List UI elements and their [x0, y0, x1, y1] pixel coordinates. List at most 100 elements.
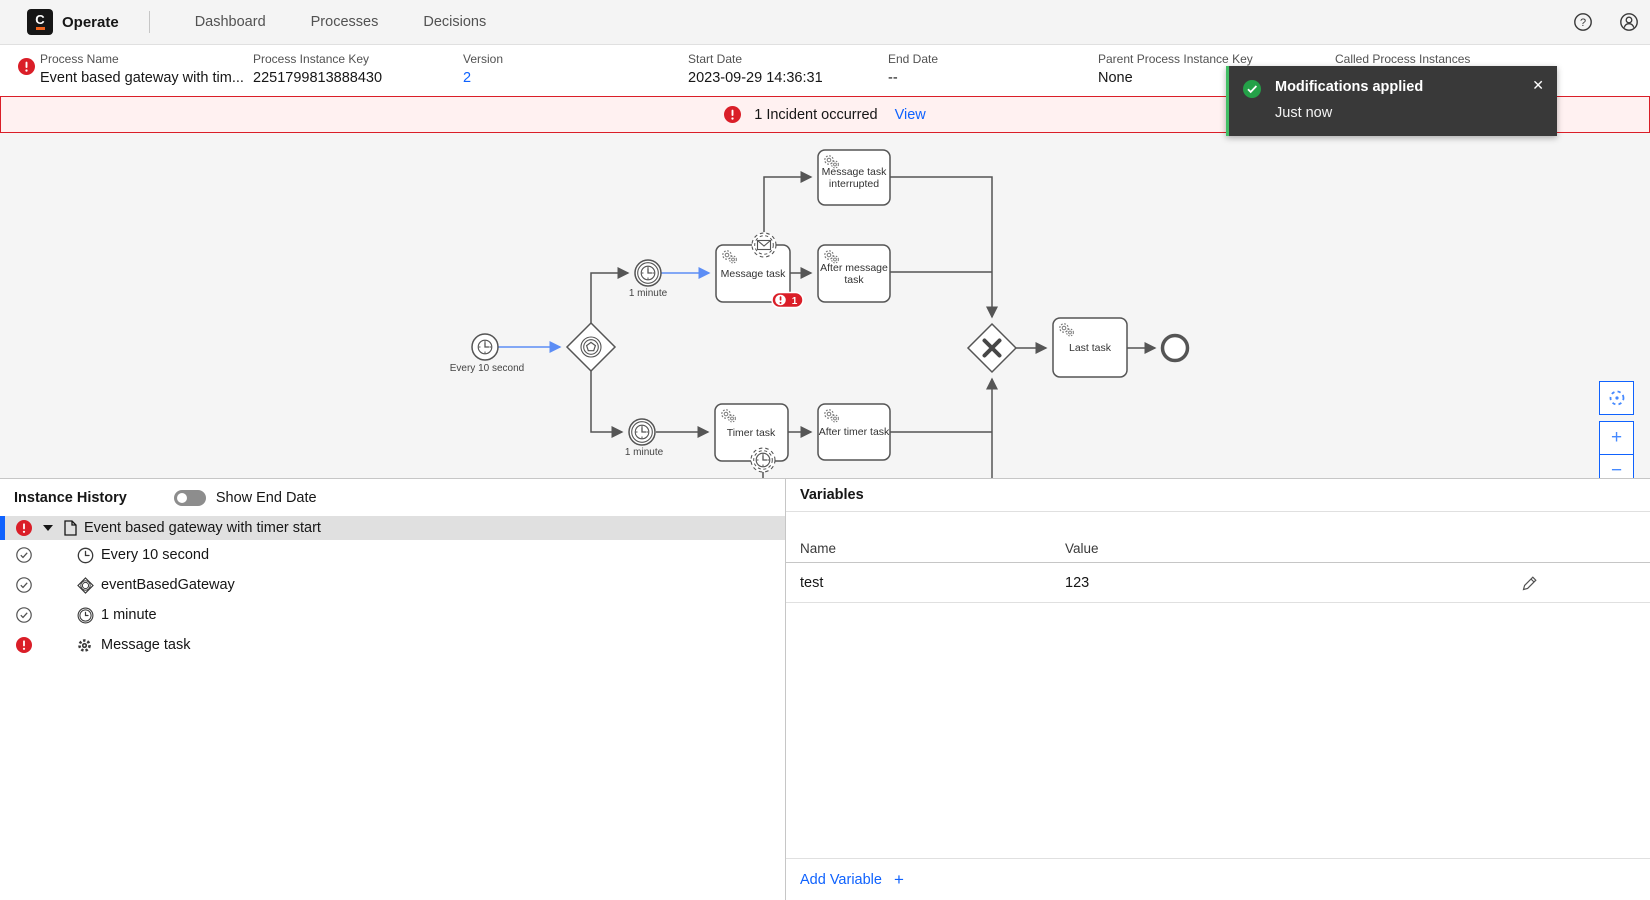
nav-item-dashboard[interactable]: Dashboard [195, 14, 266, 30]
toast-body: Modifications applied Just now [1275, 79, 1423, 121]
bpmn-event-based-gateway[interactable] [565, 321, 617, 373]
toggle-knob [176, 492, 187, 503]
top-navigation: C Operate Dashboard Processes Decisions … [0, 0, 1650, 45]
service-task-gear-icon [77, 638, 94, 653]
bpmn-task-after-timer-task[interactable]: After timer task [817, 403, 891, 461]
toast-close-button[interactable]: ✕ [1532, 77, 1544, 94]
field-label: Version [463, 52, 504, 66]
pencil-icon [1522, 575, 1537, 590]
bpmn-exclusive-gateway[interactable] [966, 322, 1018, 374]
bpmn-timer-start-event[interactable]: Every 10 second [450, 333, 525, 374]
user-profile-button[interactable] [1618, 11, 1640, 33]
history-row-message-task[interactable]: Message task [0, 630, 785, 660]
incident-state-icon [18, 58, 35, 75]
flow-gateway-to-lower-timer [590, 371, 624, 438]
incident-count: 1 [792, 296, 798, 307]
history-row-label: Event based gateway with timer start [84, 520, 321, 536]
add-variable-button[interactable]: Add Variable [800, 872, 882, 888]
incident-state-icon [16, 637, 32, 653]
completed-state-icon [16, 607, 32, 623]
bpmn-diagram-canvas[interactable]: Every 10 second 1 minute Message task 1 … [0, 133, 1650, 478]
field-version: Version 2 [463, 45, 688, 96]
field-value: Event based gateway with tim... [40, 70, 244, 86]
nav-divider [148, 11, 150, 33]
camunda-logo-letter: C [35, 12, 45, 27]
bpmn-timer-event-upper[interactable]: 1 minute [629, 259, 668, 299]
completed-state-icon [16, 577, 32, 593]
bottom-panels: Instance History Show End Date Event bas… [0, 478, 1650, 900]
show-end-date-label: Show End Date [215, 489, 317, 506]
nav-item-processes[interactable]: Processes [311, 14, 379, 30]
reset-view-button[interactable] [1599, 381, 1634, 415]
edit-variable-button[interactable] [1522, 575, 1538, 591]
incident-icon [724, 106, 742, 123]
completed-state-icon [16, 547, 32, 563]
field-label: Called Process Instances [1335, 52, 1471, 66]
toast-title: Modifications applied [1275, 79, 1424, 95]
bpmn-task-message-task-interrupted[interactable]: Message task interrupted [817, 149, 891, 206]
task-label-line2: task [844, 274, 864, 286]
bpmn-timer-event-lower[interactable]: 1 minute [625, 418, 664, 458]
history-row-1-minute[interactable]: 1 minute [0, 600, 785, 630]
history-row-label: eventBasedGateway [101, 577, 235, 593]
field-label: Start Date [688, 52, 743, 66]
history-row-root[interactable]: Event based gateway with timer start [0, 516, 785, 540]
column-header-name: Name [800, 541, 837, 556]
field-end-date: End Date -- [888, 45, 1098, 96]
instance-state [0, 45, 40, 96]
add-variable-plus-icon[interactable]: + [894, 870, 904, 890]
field-value: 2251799813888430 [253, 70, 383, 86]
timer-lower-label: 1 minute [625, 447, 664, 458]
incident-state-icon [16, 520, 32, 536]
help-icon: ? [1574, 13, 1592, 31]
history-row-label: Message task [101, 637, 191, 653]
field-value: -- [888, 70, 898, 86]
svg-text:?: ? [1580, 17, 1586, 29]
variable-value: 123 [1065, 574, 1090, 591]
user-icon [1620, 13, 1638, 31]
history-row-every-10-second[interactable]: Every 10 second [0, 540, 785, 570]
bpmn-task-last-task[interactable]: Last task [1052, 317, 1128, 378]
bpmn-end-event[interactable] [1160, 333, 1190, 363]
field-process-instance-key: Process Instance Key 2251799813888430 [253, 45, 463, 96]
incident-view-link[interactable]: View [895, 107, 926, 123]
variables-title: Variables [786, 479, 1650, 512]
history-row-label: Every 10 second [101, 547, 210, 563]
start-event-label: Every 10 second [450, 363, 525, 374]
field-process-name: Process Name Event based gateway with ti… [40, 45, 253, 96]
flow-interrupted-to-join [890, 176, 998, 319]
zoom-in-button[interactable]: + [1599, 421, 1634, 455]
bpmn-timer-boundary-event[interactable] [750, 447, 776, 473]
help-button[interactable]: ? [1572, 11, 1594, 33]
show-end-date-toggle[interactable] [173, 489, 206, 506]
task-label: Last task [1069, 342, 1112, 354]
bpmn-task-after-message-task[interactable]: After message task [817, 244, 891, 303]
column-header-value: Value [1065, 541, 1099, 556]
version-link[interactable]: 2 [463, 70, 688, 86]
chevron-down-icon[interactable] [43, 525, 53, 531]
bpmn-message-boundary-event[interactable] [751, 232, 777, 258]
camunda-logo[interactable]: C [27, 9, 53, 35]
instance-history-title: Instance History [14, 489, 127, 506]
app-name: Operate [62, 13, 119, 31]
variables-table-header: Name Value [786, 535, 1650, 563]
nav-item-decisions[interactable]: Decisions [423, 14, 486, 30]
instance-history-header: Instance History Show End Date [0, 479, 785, 516]
incident-banner-text: 1 Incident occurred [754, 106, 878, 123]
field-label: Process Instance Key [253, 52, 370, 66]
diagram-controls: + − [1599, 381, 1634, 478]
timer-intermediate-icon [77, 607, 94, 624]
task-label: After timer task [819, 426, 890, 438]
history-row-event-based-gateway[interactable]: eventBasedGateway [0, 570, 785, 600]
bpmn-task-timer-task[interactable]: Timer task [714, 403, 789, 462]
field-label: Parent Process Instance Key [1098, 52, 1253, 66]
field-start-date: Start Date 2023-09-29 14:36:31 [688, 45, 888, 96]
reset-view-icon [1609, 390, 1624, 406]
variable-row: test 123 [786, 563, 1650, 603]
zoom-out-button[interactable]: − [1599, 454, 1634, 478]
incident-badge[interactable]: 1 [771, 291, 804, 309]
success-check-icon [1243, 80, 1261, 98]
notification-toast: Modifications applied Just now ✕ [1226, 66, 1557, 136]
process-document-icon [63, 520, 77, 536]
task-label: Message task [721, 268, 787, 280]
